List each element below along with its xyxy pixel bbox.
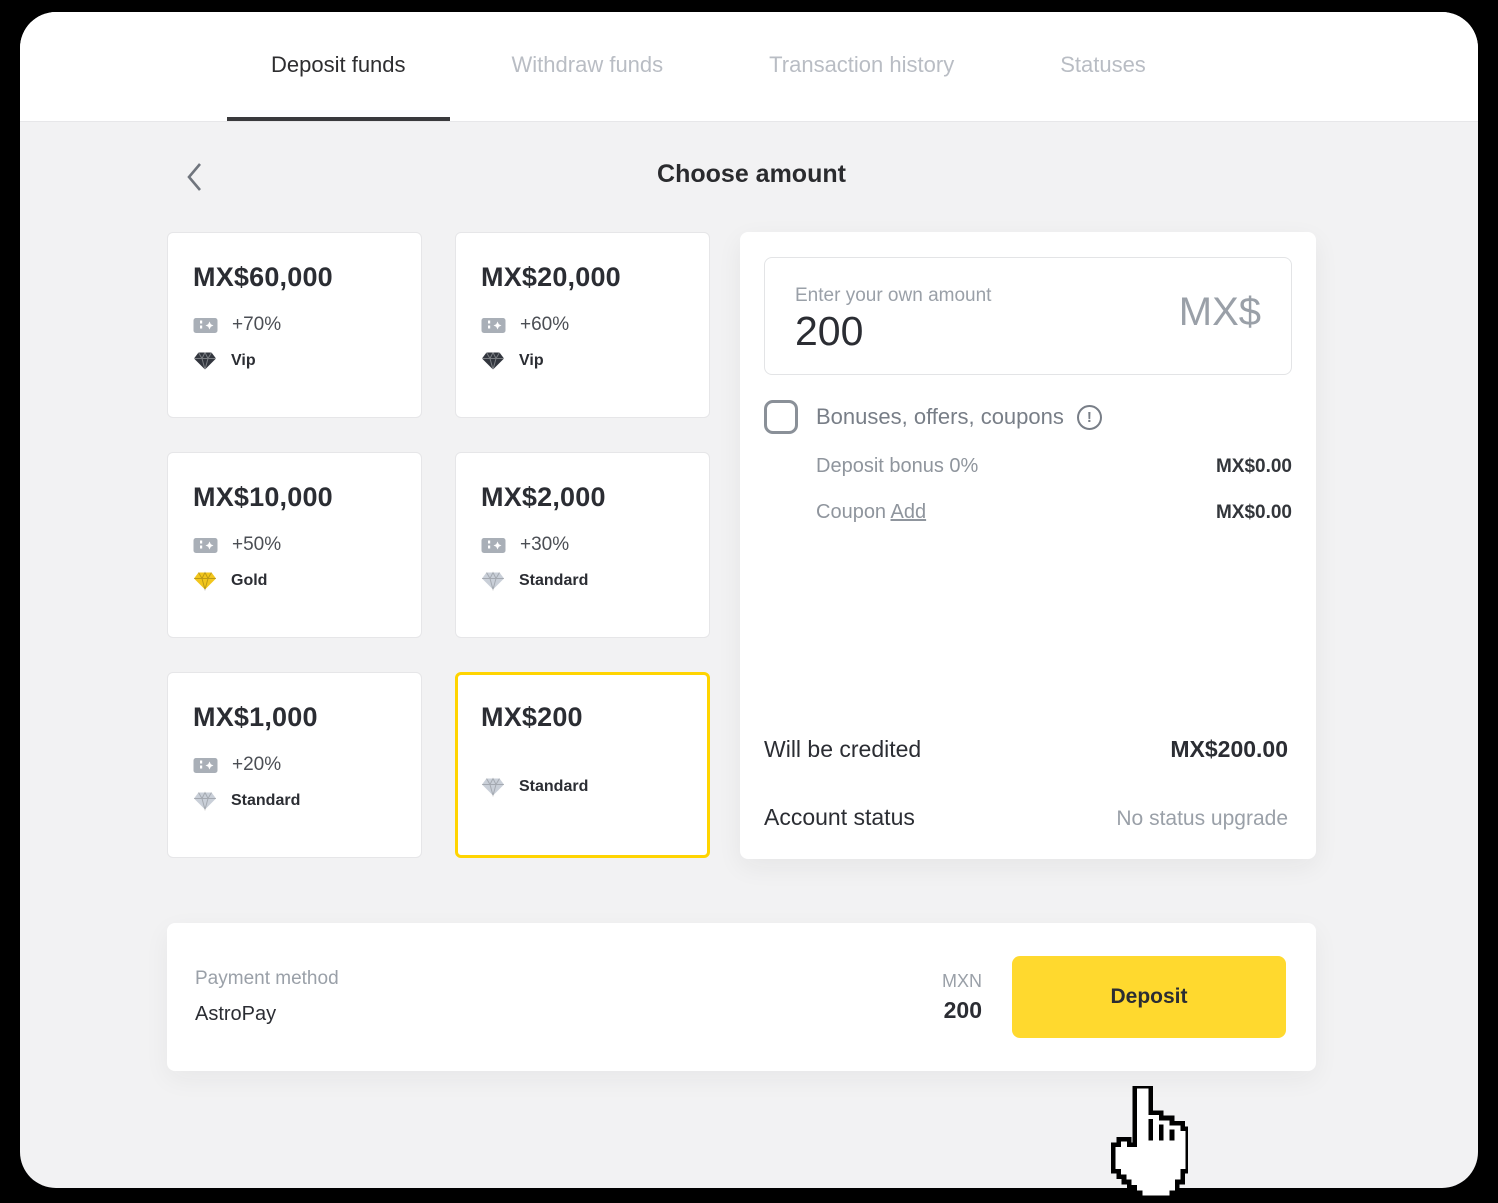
currency-suffix: MX$ — [1179, 290, 1261, 335]
info-icon[interactable]: ! — [1077, 405, 1102, 430]
bonuses-checkbox[interactable] — [764, 400, 798, 434]
bonus-row: +50% — [193, 534, 396, 556]
bonus-details: Deposit bonus 0% MX$0.00 Coupon Add MX$0… — [816, 455, 1292, 547]
coupon-ticket-icon — [193, 316, 218, 335]
coupon-value: MX$0.00 — [1216, 502, 1292, 524]
amount-card-value: MX$2,000 — [481, 482, 684, 513]
payment-amount-block: MXN 200 — [942, 971, 982, 1024]
deposit-page: Deposit funds Withdraw funds Transaction… — [20, 12, 1478, 1188]
amount-card-60000[interactable]: MX$60,000 +70% Vip — [167, 232, 422, 418]
diamond-icon — [481, 571, 505, 591]
diamond-icon — [193, 351, 217, 371]
credited-row: Will be credited MX$200.00 — [764, 736, 1292, 763]
tier-row: Standard — [193, 791, 396, 811]
amount-cards-grid: MX$60,000 +70% Vip MX$20,000 +60% — [167, 232, 710, 859]
diamond-icon — [193, 571, 217, 591]
amount-card-value: MX$200 — [481, 702, 684, 733]
amount-card-value: MX$60,000 — [193, 262, 396, 293]
payment-method-block[interactable]: Payment method AstroPay — [195, 968, 942, 1026]
tier-row: Vip — [481, 351, 684, 371]
bonus-percent: +20% — [232, 754, 281, 776]
deposit-bonus-row: Deposit bonus 0% MX$0.00 — [816, 455, 1292, 478]
tab-deposit-funds[interactable]: Deposit funds — [227, 12, 450, 121]
payment-bar: Payment method AstroPay MXN 200 Deposit — [167, 923, 1316, 1071]
account-status-label: Account status — [764, 804, 915, 831]
summary-block: Will be credited MX$200.00 Account statu… — [764, 736, 1292, 831]
coupon-ticket-icon — [481, 536, 506, 555]
tier-row: Standard — [481, 777, 684, 797]
tab-statuses[interactable]: Statuses — [1016, 12, 1190, 121]
payment-amount-value: 200 — [942, 997, 982, 1024]
amount-card-1000[interactable]: MX$1,000 +20% Standard — [167, 672, 422, 858]
amount-card-10000[interactable]: MX$10,000 +50% Gold — [167, 452, 422, 638]
tier-label: Vip — [231, 352, 256, 370]
tier-label: Gold — [231, 572, 267, 590]
amount-card-value: MX$10,000 — [193, 482, 396, 513]
tier-label: Vip — [519, 352, 544, 370]
title-row: Choose amount — [167, 122, 1336, 232]
coupon-label: Coupon Add — [816, 501, 926, 524]
page-title: Choose amount — [167, 160, 1336, 189]
tier-row: Vip — [193, 351, 396, 371]
coupon-ticket-icon — [193, 756, 218, 775]
bonus-row: +20% — [193, 754, 396, 776]
tabs-bar: Deposit funds Withdraw funds Transaction… — [20, 12, 1478, 122]
payment-currency-code: MXN — [942, 971, 982, 992]
bonus-percent: +60% — [520, 314, 569, 336]
bonus-row: +60% — [481, 314, 684, 336]
coupon-add-link[interactable]: Add — [891, 501, 927, 523]
credited-label: Will be credited — [764, 736, 921, 763]
coupon-label-text: Coupon — [816, 501, 886, 523]
tier-label: Standard — [519, 572, 588, 590]
bonus-percent: +30% — [520, 534, 569, 556]
coupon-ticket-icon — [481, 316, 506, 335]
tier-row: Gold — [193, 571, 396, 591]
diamond-icon — [193, 791, 217, 811]
tier-label: Standard — [519, 778, 588, 796]
coupon-ticket-icon — [193, 536, 218, 555]
amount-summary-panel: Enter your own amount MX$ Bonuses, offer… — [740, 232, 1316, 859]
payment-method-label: Payment method — [195, 968, 942, 990]
bonuses-checkbox-label: Bonuses, offers, coupons — [816, 404, 1064, 430]
tab-transaction-history[interactable]: Transaction history — [725, 12, 998, 121]
amount-card-200-selected[interactable]: MX$200 Standard — [455, 672, 710, 858]
coupon-row: Coupon Add MX$0.00 — [816, 501, 1292, 524]
payment-method-value: AstroPay — [195, 1003, 942, 1026]
bonuses-checkbox-row: Bonuses, offers, coupons ! — [764, 400, 1292, 434]
custom-amount-input[interactable] — [795, 308, 1125, 355]
tier-label: Standard — [231, 792, 300, 810]
account-status-row: Account status No status upgrade — [764, 804, 1292, 831]
amount-card-20000[interactable]: MX$20,000 +60% Vip — [455, 232, 710, 418]
bonus-row: +70% — [193, 314, 396, 336]
deposit-button[interactable]: Deposit — [1012, 956, 1286, 1038]
custom-amount-box[interactable]: Enter your own amount MX$ — [764, 257, 1292, 375]
tier-row: Standard — [481, 571, 684, 591]
tab-withdraw-funds[interactable]: Withdraw funds — [468, 12, 708, 121]
amount-card-2000[interactable]: MX$2,000 +30% Standard — [455, 452, 710, 638]
bonus-percent: +70% — [232, 314, 281, 336]
amount-card-value: MX$20,000 — [481, 262, 684, 293]
content-area: Choose amount MX$60,000 +70% Vip MX$20 — [20, 122, 1478, 1071]
deposit-bonus-label: Deposit bonus 0% — [816, 455, 978, 478]
diamond-icon — [481, 351, 505, 371]
amount-card-value: MX$1,000 — [193, 702, 396, 733]
credited-value: MX$200.00 — [1170, 736, 1288, 763]
deposit-bonus-value: MX$0.00 — [1216, 456, 1292, 478]
bonus-row: +30% — [481, 534, 684, 556]
account-status-value: No status upgrade — [1116, 807, 1288, 831]
bonus-percent: +50% — [232, 534, 281, 556]
diamond-icon — [481, 777, 505, 797]
